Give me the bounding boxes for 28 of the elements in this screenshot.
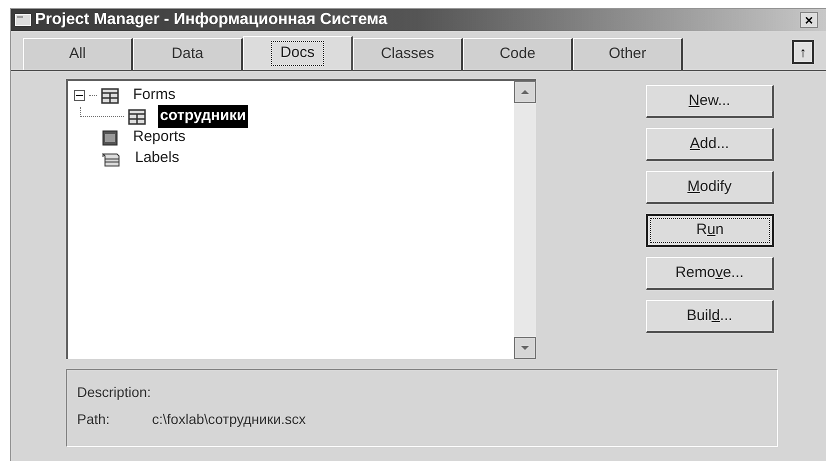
action-button[interactable]: Add... [646, 128, 774, 161]
action-button[interactable]: Remove... [646, 257, 774, 290]
toggle-button[interactable]: ↑ [792, 40, 814, 64]
scrollbar[interactable] [514, 81, 536, 359]
action-button[interactable]: New... [646, 85, 774, 118]
tab[interactable]: Data [133, 38, 243, 70]
collapse-box[interactable] [74, 90, 85, 101]
tab[interactable]: All [23, 38, 133, 70]
window-icon [15, 14, 31, 26]
tab[interactable]: Code [463, 38, 573, 70]
description-label: Description: [77, 383, 152, 402]
path-label: Path: [77, 410, 111, 429]
action-button[interactable]: Run [646, 214, 774, 247]
action-button[interactable]: Build... [646, 300, 774, 333]
path-value: c:\foxlab\сотрудники.scx [152, 410, 306, 429]
grid-icon [101, 88, 119, 104]
tree-item[interactable]: Forms [131, 84, 178, 107]
tab[interactable]: Docs [243, 36, 353, 70]
tab[interactable]: Other [573, 38, 683, 70]
tab[interactable]: Classes [353, 38, 463, 70]
close-button[interactable]: × [800, 12, 818, 28]
report-icon [101, 130, 119, 146]
tree-item[interactable]: Reports [131, 126, 188, 149]
window-title: Project Manager - Информационная Система [35, 10, 388, 30]
tree-item[interactable]: Labels [133, 147, 182, 170]
tree-item[interactable]: сотрудники [158, 105, 248, 128]
action-button[interactable]: Modify [646, 171, 774, 204]
grid-icon [128, 108, 146, 124]
